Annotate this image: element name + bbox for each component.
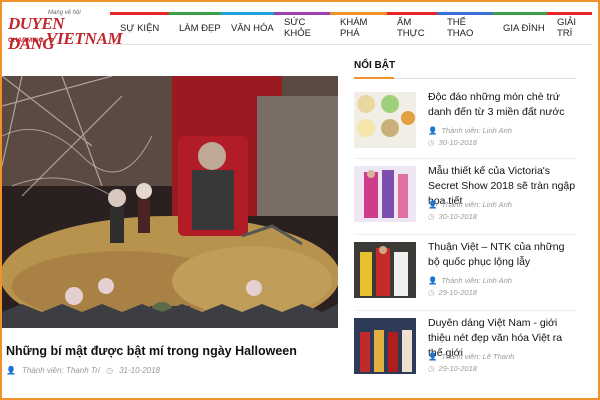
nav-item-lam-dep[interactable]: LÀM ĐẸP [169,12,221,44]
clock-icon: ◷ [428,138,435,147]
logo-line2a: CHARMING [8,37,44,44]
user-icon: 👤 [6,366,16,375]
fashion-show-thumbnail [354,166,416,222]
page-frame: Mang vẻ hội DUYEN DANG CHARMING VIETNAM … [0,0,600,400]
sweet-soup-thumbnail [354,92,416,148]
site-header: Mang vẻ hội DUYEN DANG CHARMING VIETNAM … [2,2,598,54]
clock-icon: ◷ [106,366,114,375]
nav-color-bar [274,12,330,15]
item-divider [354,310,576,311]
article-thumbnail[interactable] [354,92,416,148]
nav-item-suc-khoe[interactable]: SỨC KHỎE [274,12,330,44]
feature-title[interactable]: Những bí mật được bật mí trong ngày Hall… [6,344,297,358]
nav-color-bar [547,12,592,15]
nav-label: LÀM ĐẸP [179,22,221,34]
user-icon: 👤 [428,200,438,209]
article-author[interactable]: 👤 Thành viên: Linh Anh [428,126,512,135]
feature-author[interactable]: Thành viên: Thanh Trí [22,366,100,375]
article-author[interactable]: 👤 Thành viên: Linh Anh [428,276,512,285]
clock-icon: ◷ [428,288,435,297]
nav-color-bar [221,12,274,15]
article-title[interactable]: Độc đáo những món chè trứ danh đến từ 3 … [428,90,576,120]
nav-color-bar [437,12,493,15]
sidebar-article[interactable]: Mẫu thiết kế của Victoria's Secret Show … [354,165,576,232]
nav-item-kham-pha[interactable]: KHÁM PHÁ [330,12,387,44]
nav-item-the-thao[interactable]: THỂ THAO [437,12,493,44]
nav-label: SỨC KHỎE [284,17,311,39]
nav-color-bar [169,12,221,15]
nav-label: SỰ KIỆN [120,22,160,34]
article-date: ◷ 29-10-2018 [428,364,477,373]
nav-color-bar [387,12,437,15]
article-date: ◷ 30-10-2018 [428,212,477,221]
article-thumbnail[interactable] [354,242,416,298]
site-logo[interactable]: Mang vẻ hội DUYEN DANG CHARMING VIETNAM [8,10,123,53]
nav-color-bar [110,12,169,15]
nav-label: GIẢI TRÍ [557,17,577,39]
feature-meta: 👤 Thành viên: Thanh Trí ◷ 31-10-2018 [6,366,160,375]
article-date: ◷ 30-10-2018 [428,138,477,147]
main-nav: SỰ KIỆN LÀM ĐẸP VĂN HÓA SỨC KHỎE KHÁM PH… [110,12,592,45]
halloween-scene-image [2,76,338,328]
sidebar-article[interactable]: Thuận Việt – NTK của những bộ quốc phục … [354,240,576,308]
user-icon: 👤 [428,352,438,361]
sidebar-article[interactable]: Duyên dáng Việt Nam - giới thiệu nét đẹp… [354,317,576,384]
nav-item-giai-tri[interactable]: GIẢI TRÍ [547,12,592,44]
nav-label: KHÁM PHÁ [340,17,368,39]
article-thumbnail[interactable] [354,318,416,374]
article-author[interactable]: 👤 Thành viên: Lê Thanh [428,352,514,361]
item-divider [354,234,576,235]
ao-dai-thumbnail [354,242,416,298]
nav-item-van-hoa[interactable]: VĂN HÓA [221,12,274,44]
sidebar-heading: NỔI BẬT [354,60,396,71]
nav-label: ẨM THỰC [397,17,425,39]
item-divider [354,158,576,159]
article-author[interactable]: 👤 Thành viên: Linh Anh [428,200,512,209]
nav-divider [110,44,592,45]
nav-item-am-thuc[interactable]: ẨM THỰC [387,12,437,44]
clock-icon: ◷ [428,212,435,221]
user-icon: 👤 [428,276,438,285]
article-thumbnail[interactable] [354,166,416,222]
nav-label: VĂN HÓA [231,22,274,34]
sidebar-rule-accent [354,77,394,79]
vietnam-culture-thumbnail [354,318,416,374]
nav-label: GIA ĐÌNH [503,22,545,34]
article-date: ◷ 29-10-2018 [428,288,477,297]
nav-color-bar [330,12,387,15]
nav-item-su-kien[interactable]: SỰ KIỆN [110,12,169,44]
nav-label: THỂ THAO [447,17,474,39]
feature-date: 31-10-2018 [119,366,160,375]
feature-image[interactable] [2,76,338,328]
article-title[interactable]: Thuận Việt – NTK của những bộ quốc phục … [428,240,576,270]
sidebar-article[interactable]: Độc đáo những món chè trứ danh đến từ 3 … [354,90,576,158]
user-icon: 👤 [428,126,438,135]
clock-icon: ◷ [428,364,435,373]
nav-color-bar [493,12,547,15]
nav-item-gia-dinh[interactable]: GIA ĐÌNH [493,12,547,44]
